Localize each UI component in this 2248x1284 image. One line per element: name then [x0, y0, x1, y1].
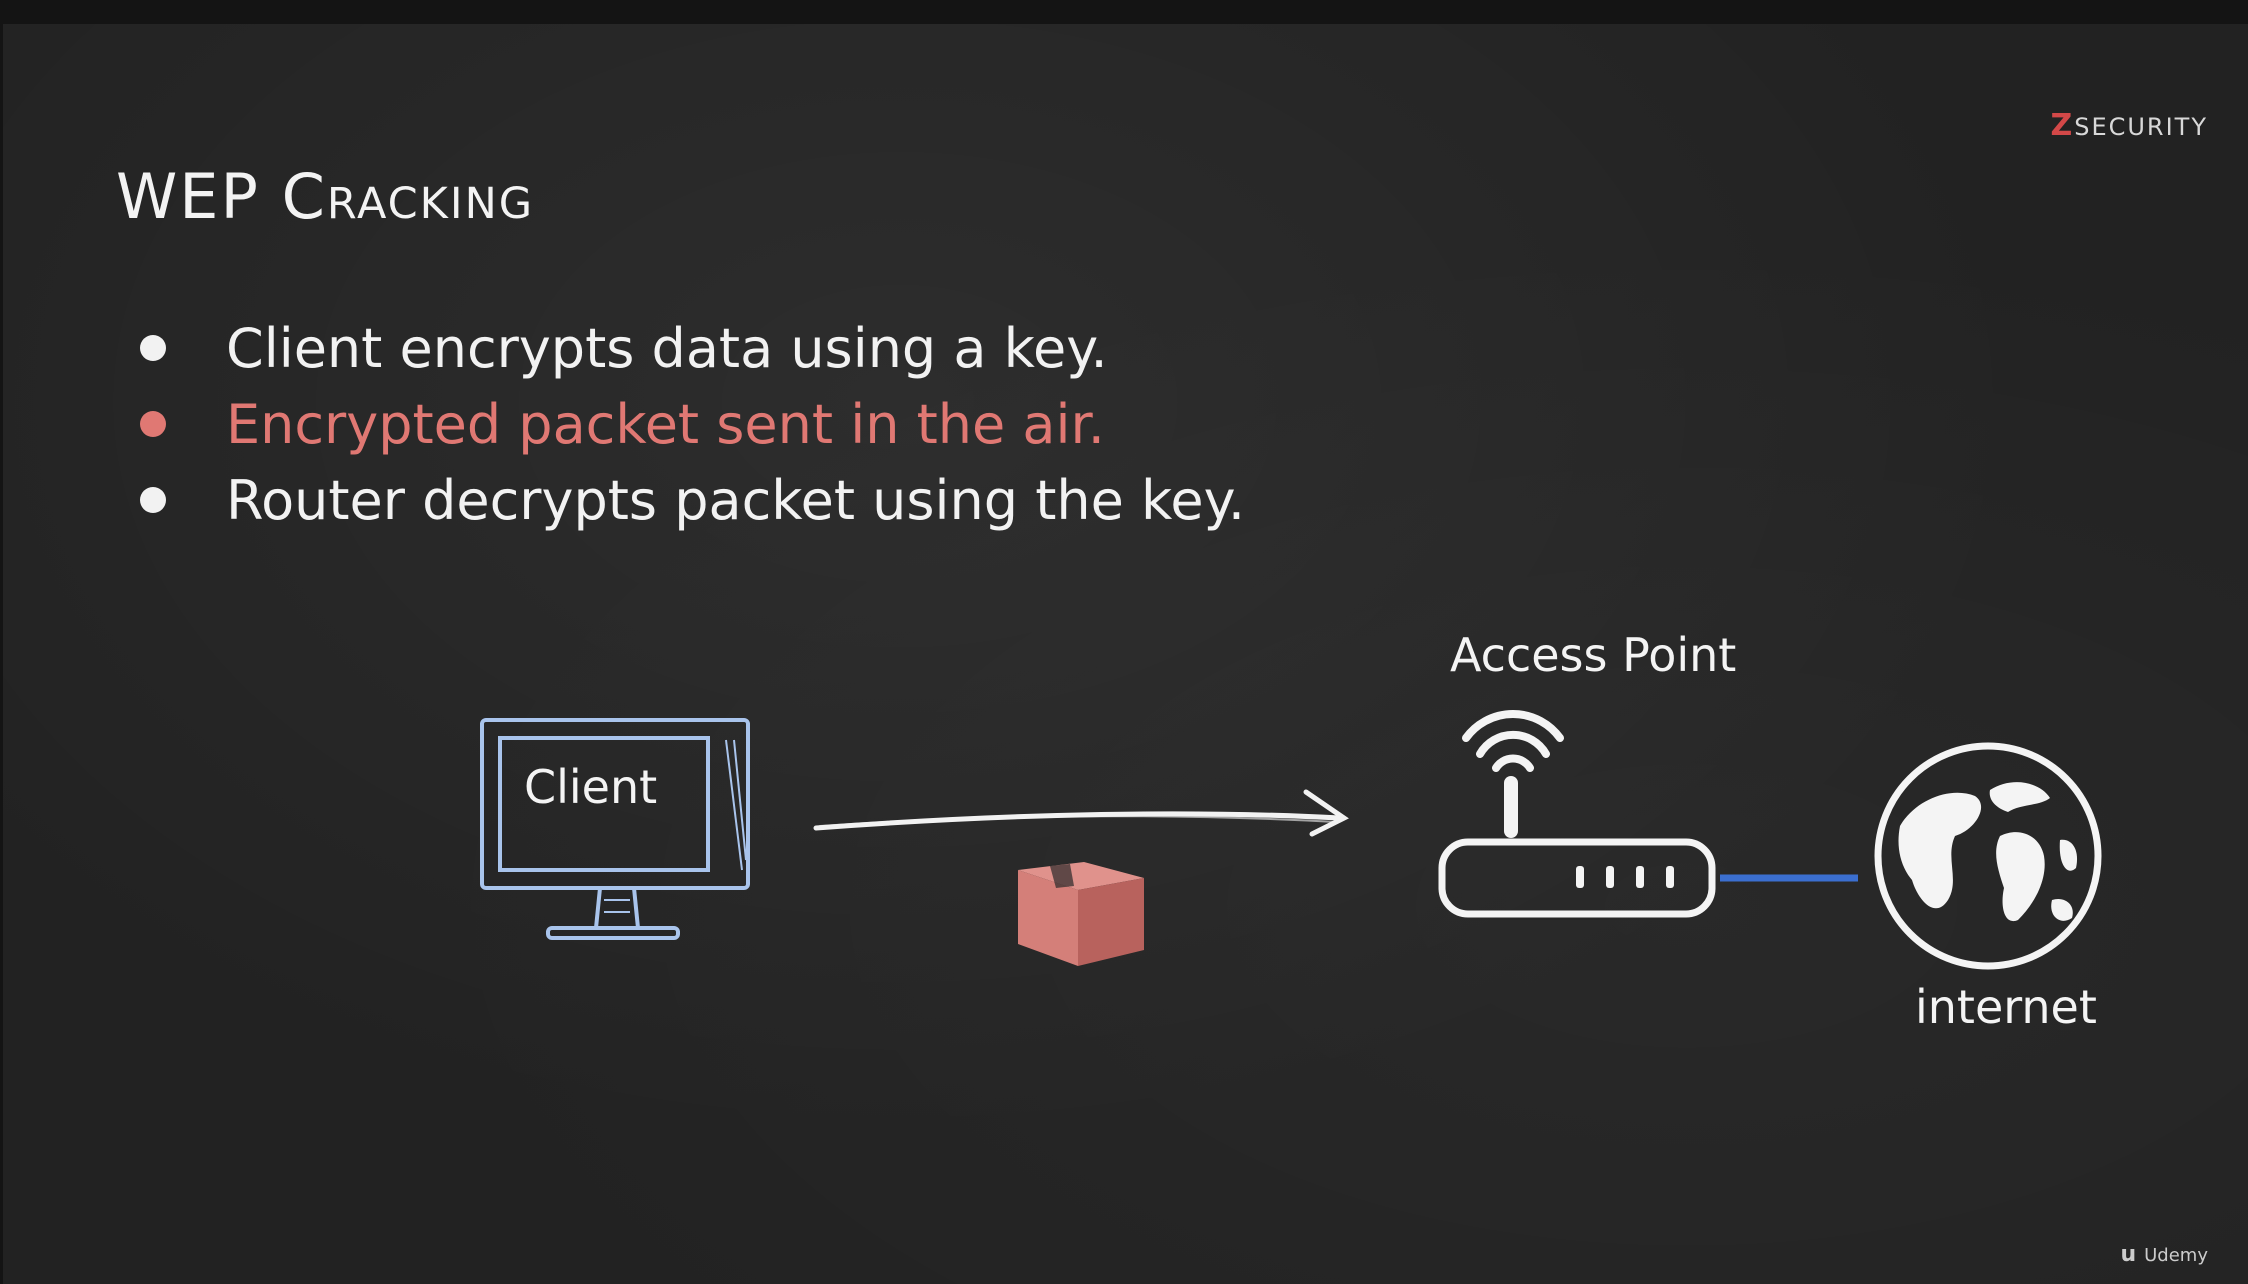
- client-label: Client: [524, 760, 658, 814]
- globe-icon: [1874, 742, 2102, 970]
- internet-label: internet: [1915, 980, 2097, 1034]
- arrow-icon: [813, 789, 1349, 837]
- access-point-label: Access Point: [1450, 628, 1737, 682]
- packet-box-icon: [1018, 862, 1144, 966]
- wifi-router-icon: [1438, 709, 1716, 918]
- network-diagram: [480, 709, 2102, 970]
- monitor-icon: [480, 718, 750, 940]
- udemy-logo-icon: u: [2120, 1242, 2137, 1267]
- udemy-watermark: u Udemy: [2120, 1242, 2208, 1267]
